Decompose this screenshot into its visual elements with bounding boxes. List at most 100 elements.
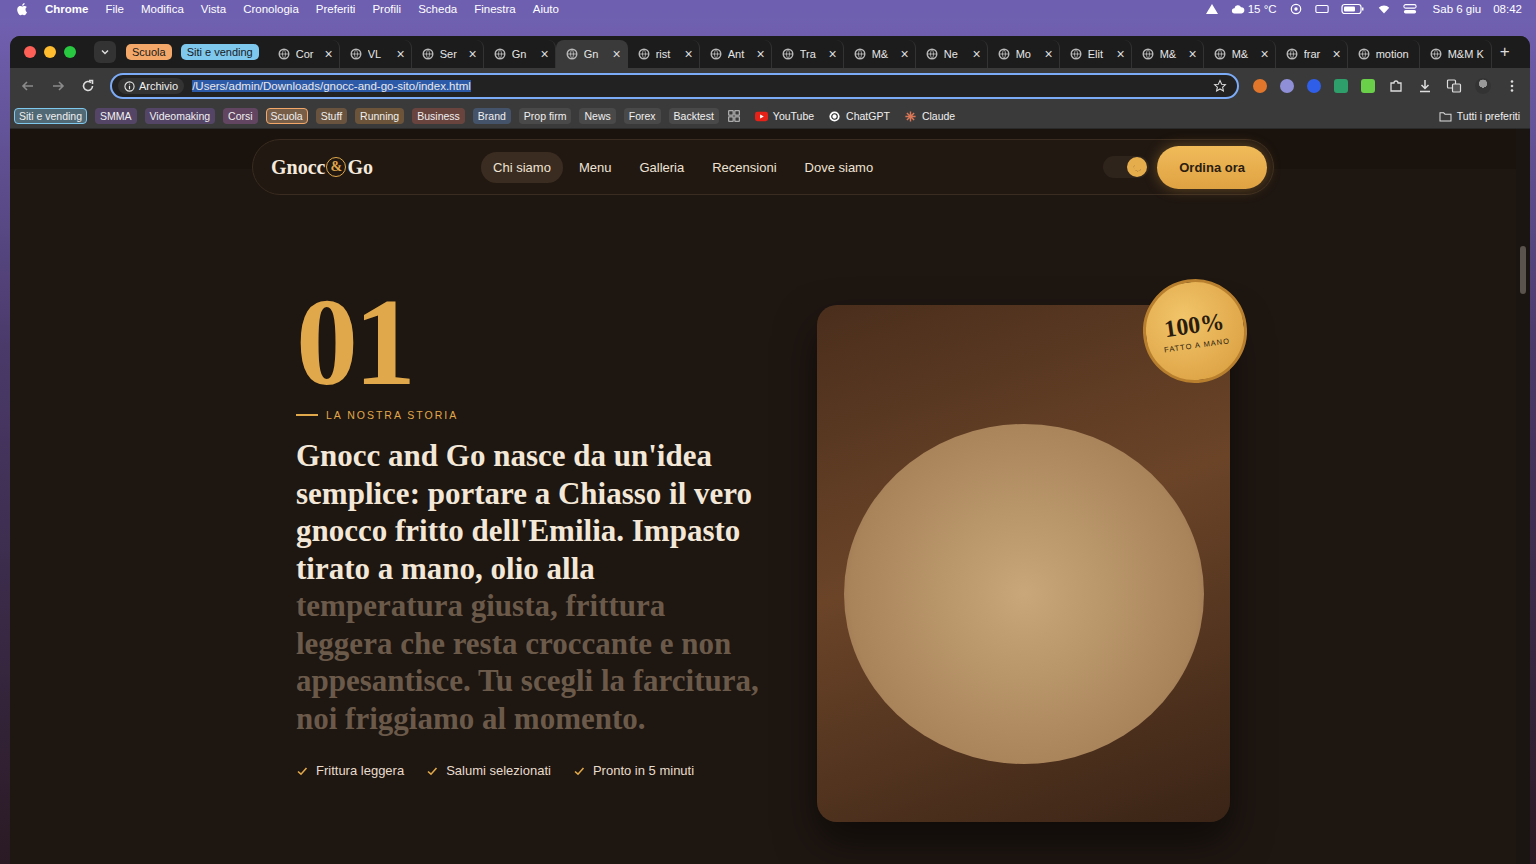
bookmark-group[interactable]: Prop firm [519,108,572,124]
tab[interactable]: rist× [628,40,700,68]
order-button[interactable]: Ordina ora [1157,146,1267,189]
download-icon[interactable] [1417,78,1433,94]
bookmark-group[interactable]: Scuola [266,108,308,124]
all-bookmarks[interactable]: Tutti i preferiti [1439,110,1520,122]
tab-close-button[interactable]: × [685,46,693,62]
bookmark-group[interactable]: Videomaking [145,108,216,124]
bookmark-group[interactable]: Siti e vending [14,108,87,124]
nav-link[interactable]: Recensioni [700,152,788,183]
menu-item[interactable]: Preferiti [316,3,356,15]
url-text[interactable]: /Users/admin/Downloads/gnocc-and-go-sito… [192,80,471,92]
bookmark-link[interactable]: YouTube [755,110,814,122]
bookmark-group[interactable]: Forex [624,108,661,124]
bookmark-group[interactable]: SMMA [95,108,137,124]
star-icon[interactable] [1213,79,1227,93]
time[interactable]: 08:42 [1493,3,1522,15]
tab-close-button[interactable]: × [973,46,981,62]
cloud-extension-icon[interactable] [1280,79,1294,93]
tab-close-button[interactable]: × [901,46,909,62]
tab-close-button[interactable]: × [1333,46,1341,62]
puzzle-icon[interactable] [1388,78,1404,94]
bookmark-group[interactable]: Business [412,108,465,124]
bookmark-group[interactable]: Running [355,108,404,124]
bookmark-group[interactable]: News [579,108,615,124]
tab[interactable]: Gn× [556,40,628,68]
battery-icon[interactable] [1341,3,1365,15]
translate-icon[interactable] [1446,78,1462,94]
menu-item[interactable]: Cronologia [243,3,299,15]
bookmark-group[interactable]: Corsi [223,108,258,124]
tab[interactable]: Gn× [484,40,556,68]
tab-close-button[interactable]: × [1261,46,1269,62]
tab-close-button[interactable]: × [1045,46,1053,62]
reload-icon[interactable] [80,78,96,94]
airdrop-icon[interactable] [1289,3,1303,15]
tab[interactable]: M&M K [1420,40,1492,68]
site-info-chip[interactable]: Archivio [118,78,184,94]
scrollbar-thumb[interactable] [1520,246,1526,294]
tab-close-button[interactable]: × [829,46,837,62]
tab-close-button[interactable]: × [469,46,477,62]
tab-close-button[interactable]: × [397,46,405,62]
tab-close-button[interactable]: × [325,46,333,62]
menu-item[interactable]: Aiuto [533,3,559,15]
weather[interactable]: 15 °C [1231,3,1277,15]
tab-close-button[interactable]: × [541,46,549,62]
apple-icon[interactable] [16,2,28,16]
tab-group[interactable]: Siti e vending [181,44,259,60]
minimize-button[interactable] [44,46,56,58]
nav-link[interactable]: Chi siamo [481,152,563,183]
bookmark-link[interactable]: Claude [904,110,955,122]
menu-item[interactable]: Profili [372,3,401,15]
bookmark-link[interactable]: ChatGPT [828,110,890,122]
forward-icon[interactable] [50,78,66,94]
scrollbar[interactable] [1516,129,1530,864]
new-tab-button[interactable]: + [1500,42,1510,62]
menu-item[interactable]: Vista [201,3,226,15]
back-icon[interactable] [20,78,36,94]
control-center-icon[interactable] [1403,3,1417,15]
tab[interactable]: motion [1348,40,1420,68]
app-menu[interactable]: Chrome [45,3,88,15]
cross-extension-icon[interactable] [1361,79,1375,93]
close-button[interactable] [24,46,36,58]
tab[interactable]: frar× [1276,40,1348,68]
apps-grid-icon[interactable] [727,109,741,123]
menu-item[interactable]: File [105,3,124,15]
tab-close-button[interactable]: × [757,46,765,62]
tab[interactable]: Tra× [772,40,844,68]
menu-item[interactable]: Finestra [474,3,516,15]
tab[interactable]: Ser× [412,40,484,68]
zoom-button[interactable] [64,46,76,58]
tab[interactable]: Cor× [268,40,340,68]
wifi-icon[interactable] [1377,3,1391,15]
menu-item[interactable]: Scheda [418,3,457,15]
tab-close-button[interactable]: × [1117,46,1125,62]
sheet-extension-icon[interactable] [1334,79,1348,93]
keyboard-icon[interactable] [1315,3,1329,15]
tab-group[interactable]: Scuola [126,44,172,60]
date[interactable]: Sab 6 giu [1433,3,1482,15]
tab[interactable]: M&× [1132,40,1204,68]
shield-extension-icon[interactable] [1307,79,1321,93]
address-bar[interactable]: Archivio/Users/admin/Downloads/gnocc-and… [110,73,1239,99]
tab[interactable]: Mo× [988,40,1060,68]
theme-toggle[interactable] [1103,156,1149,178]
nav-link[interactable]: Dove siamo [793,152,886,183]
profile-avatar[interactable] [1475,78,1491,94]
more-icon[interactable] [1504,78,1520,94]
nav-link[interactable]: Galleria [627,152,696,183]
tab[interactable]: Ant× [700,40,772,68]
bookmark-group[interactable]: Brand [473,108,511,124]
tab[interactable]: Ne× [916,40,988,68]
tab-close-button[interactable]: × [1189,46,1197,62]
tab[interactable]: M&× [1204,40,1276,68]
menu-item[interactable]: Modifica [141,3,184,15]
tab[interactable]: Elit× [1060,40,1132,68]
bookmark-group[interactable]: Backtest [669,108,719,124]
nav-link[interactable]: Menu [567,152,624,183]
bookmark-group[interactable]: Stuff [316,108,347,124]
tab-close-button[interactable]: × [613,46,621,62]
upload-icon[interactable] [1205,3,1219,15]
site-logo[interactable]: Gnocc&Go [271,156,373,179]
